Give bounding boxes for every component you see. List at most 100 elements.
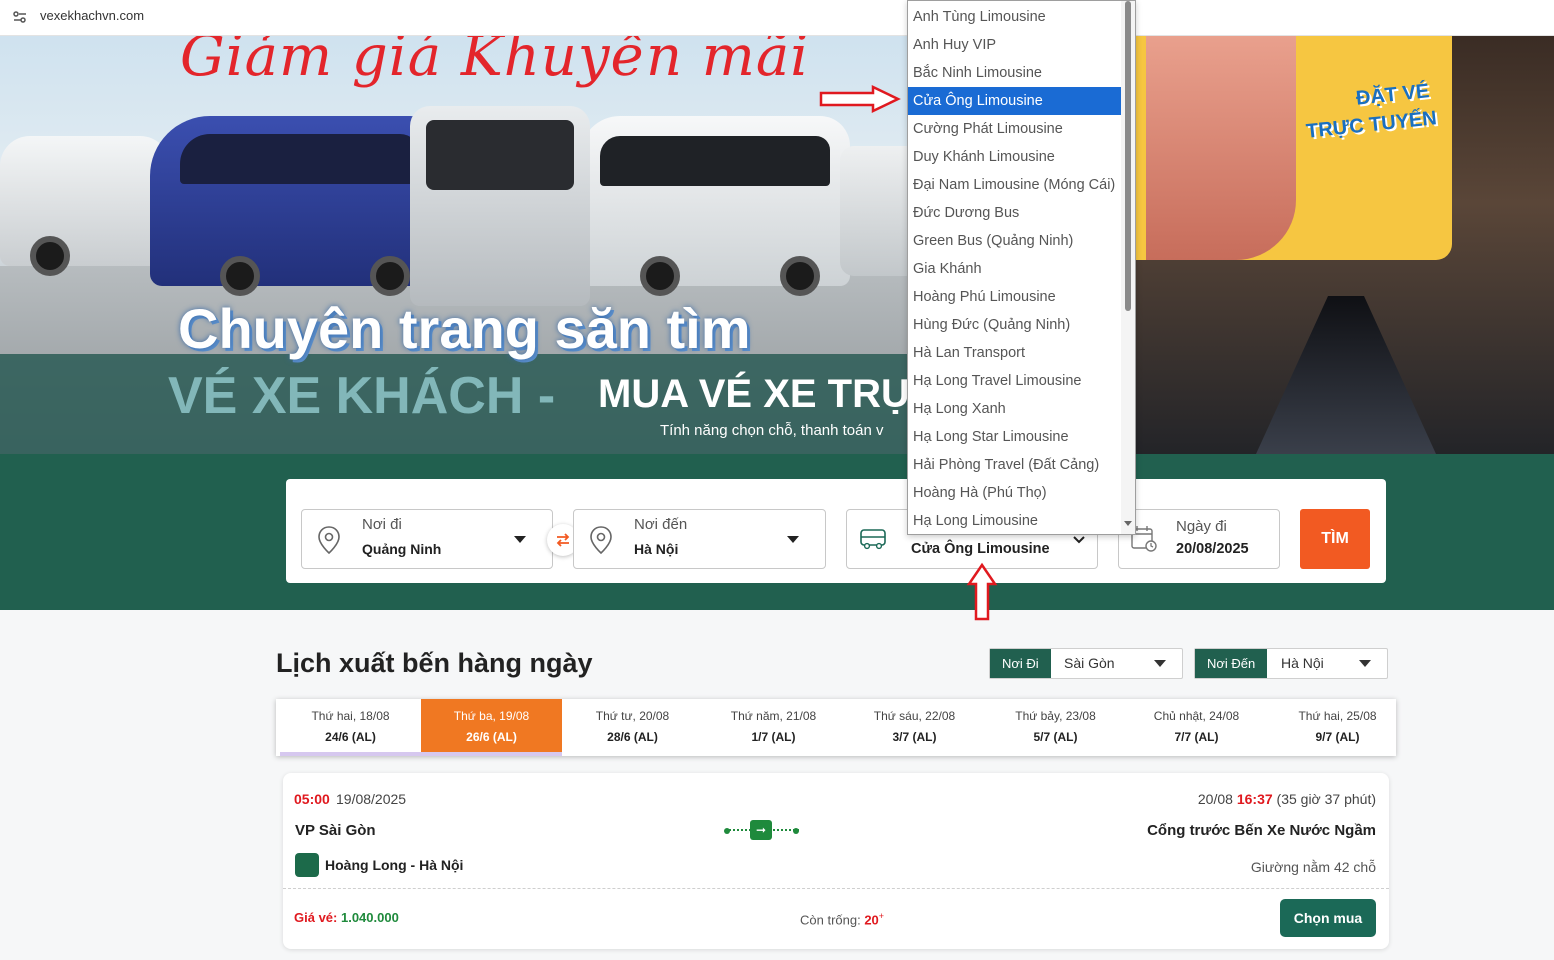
scrollbar-thumb[interactable] bbox=[1125, 1, 1131, 311]
bus-image-3 bbox=[410, 106, 590, 306]
price-value: 1.040.000 bbox=[340, 910, 399, 925]
scroll-down-arrow-icon[interactable] bbox=[1124, 521, 1132, 526]
day-tab[interactable]: Chủ nhật, 24/08 7/7 (AL) bbox=[1126, 699, 1267, 752]
dropdown-option[interactable]: Cường Phát Limousine bbox=[908, 115, 1121, 143]
to-tag: Nơi Đến bbox=[1195, 649, 1268, 678]
seats-label: Còn trống: bbox=[800, 912, 861, 928]
trip-divider bbox=[283, 888, 1389, 889]
online-booking-promo[interactable] bbox=[1136, 36, 1452, 260]
day-tab-lunar: 1/7 (AL) bbox=[751, 730, 796, 744]
depart-date: 19/08/2025 bbox=[336, 791, 407, 807]
from-select[interactable]: Nơi đi Quảng Ninh bbox=[301, 509, 553, 569]
dropdown-option[interactable]: Green Bus (Quảng Ninh) bbox=[908, 227, 1121, 255]
route-bus-icon: ➞ bbox=[750, 820, 772, 840]
schedule-to-select[interactable]: Nơi Đến Hà Nội bbox=[1194, 648, 1388, 679]
operator-value: Cửa Ông Limousine bbox=[911, 541, 1050, 557]
browser-address-bar[interactable]: vexekhachvn.com bbox=[0, 0, 1554, 36]
chevron-down-icon bbox=[787, 536, 799, 543]
hero-subtitle: Tính năng chọn chỗ, thanh toán v bbox=[660, 422, 884, 439]
dropdown-option[interactable]: Đức Dương Bus bbox=[908, 199, 1121, 227]
bus-image-2 bbox=[150, 116, 450, 296]
dropdown-option[interactable]: Hạ Long Limousine bbox=[908, 507, 1121, 534]
location-pin-icon bbox=[590, 526, 612, 555]
location-pin-icon bbox=[318, 526, 340, 555]
dropdown-option[interactable]: Hạ Long Star Limousine bbox=[908, 423, 1121, 451]
day-tab-date: Thứ hai, 25/08 bbox=[1298, 709, 1377, 723]
dropdown-option[interactable]: Hạ Long Xanh bbox=[908, 395, 1121, 423]
dropdown-option[interactable]: Hạ Long Travel Limousine bbox=[908, 367, 1121, 395]
dropdown-option[interactable]: Bắc Ninh Limousine bbox=[908, 59, 1121, 87]
arrive-date: 20/08 bbox=[1197, 791, 1233, 807]
depart-time: 05:00 bbox=[294, 791, 330, 807]
destination-station: Cổng trước Bến Xe Nước Ngầm bbox=[1147, 822, 1376, 839]
day-tab-lunar: 3/7 (AL) bbox=[892, 730, 937, 744]
schedule-from-value: Sài Gòn bbox=[1064, 655, 1115, 671]
schedule-title: Lịch xuất bến hàng ngày bbox=[276, 648, 593, 678]
dropdown-option[interactable]: Anh Huy VIP bbox=[908, 31, 1121, 59]
day-tab[interactable]: Thứ hai, 18/08 24/6 (AL) bbox=[280, 699, 421, 752]
day-tab[interactable]: Thứ ba, 19/08 26/6 (AL) bbox=[421, 699, 562, 752]
day-tabs: Thứ hai, 18/08 24/6 (AL) Thứ ba, 19/08 26/6… bbox=[276, 699, 1396, 756]
dropdown-option[interactable]: Đại Nam Limousine (Móng Cái) bbox=[908, 171, 1121, 199]
day-tab-lunar: 9/7 (AL) bbox=[1315, 730, 1360, 744]
dropdown-option[interactable]: Hoàng Phú Limousine bbox=[908, 283, 1121, 311]
seats-info: Còn trống: 20+ bbox=[800, 911, 884, 927]
hero-banner[interactable]: Giảm giá Khuyến mãi Chuyên trang săn tìm… bbox=[0, 36, 1554, 454]
operator-logo-icon bbox=[295, 853, 319, 877]
origin-station: VP Sài Gòn bbox=[295, 822, 376, 839]
dropdown-option[interactable]: Cửa Ông Limousine bbox=[908, 87, 1121, 115]
vehicle-type: Giường nằm 42 chỗ bbox=[1250, 859, 1376, 875]
day-tab-date: Thứ sáu, 22/08 bbox=[873, 709, 956, 723]
day-tab[interactable]: Thứ năm, 21/08 1/7 (AL) bbox=[703, 699, 844, 752]
day-tab[interactable]: Thứ sáu, 22/08 3/7 (AL) bbox=[844, 699, 985, 752]
chevron-down-icon bbox=[1359, 660, 1371, 667]
seats-suffix: + bbox=[878, 911, 885, 921]
dropdown-option[interactable]: Gia Khánh bbox=[908, 255, 1121, 283]
day-tab-date: Thứ tư, 20/08 bbox=[595, 709, 670, 723]
dropdown-option[interactable]: Duy Khánh Limousine bbox=[908, 143, 1121, 171]
chevron-down-icon bbox=[514, 536, 526, 543]
site-settings-icon[interactable] bbox=[12, 9, 28, 25]
dropdown-option[interactable]: Hoàng Hà (Phú Thọ) bbox=[908, 479, 1121, 507]
dropdown-scrollbar[interactable] bbox=[1121, 1, 1135, 534]
to-label: Nơi đến bbox=[634, 516, 688, 533]
bus-icon bbox=[860, 529, 886, 550]
dropdown-option[interactable]: Hùng Đức (Quảng Ninh) bbox=[908, 311, 1121, 339]
operator-dropdown-list[interactable]: Anh Tùng Limousine Anh Huy VIP Bắc Ninh Li… bbox=[907, 0, 1136, 535]
seats-value: 20 bbox=[864, 912, 879, 928]
day-tab-date: Thứ bảy, 23/08 bbox=[1015, 709, 1096, 723]
day-tab-lunar: 24/6 (AL) bbox=[325, 730, 376, 744]
day-tab[interactable]: Thứ hai, 25/08 9/7 (AL) bbox=[1267, 699, 1408, 752]
day-tab[interactable]: Thứ bảy, 23/08 5/7 (AL) bbox=[985, 699, 1126, 752]
chevron-down-icon bbox=[1154, 660, 1166, 667]
to-value: Hà Nội bbox=[634, 541, 679, 557]
arrival-info: 20/08 16:37 (35 giờ 37 phút) bbox=[1198, 791, 1376, 807]
buy-ticket-button[interactable]: Chọn mua bbox=[1280, 899, 1376, 937]
schedule-from-select[interactable]: Nơi Đi Sài Gòn bbox=[989, 648, 1183, 679]
route-start-dot bbox=[724, 828, 730, 834]
from-label: Nơi đi bbox=[362, 516, 402, 533]
price-info: Giá vé: 1.040.000 bbox=[294, 910, 399, 925]
hero-title-line2a: VÉ XE KHÁCH - bbox=[168, 367, 556, 425]
dropdown-option[interactable]: Anh Tùng Limousine bbox=[908, 3, 1121, 31]
annotation-arrow-right-icon bbox=[819, 85, 901, 113]
from-tag: Nơi Đi bbox=[990, 649, 1051, 678]
url-text[interactable]: vexekhachvn.com bbox=[40, 8, 144, 23]
search-button[interactable]: TÌM bbox=[1300, 509, 1370, 569]
day-tab-lunar: 7/7 (AL) bbox=[1174, 730, 1219, 744]
promo-people-image bbox=[1146, 36, 1296, 260]
day-tab[interactable]: Thứ tư, 20/08 28/6 (AL) bbox=[562, 699, 703, 752]
trip-duration: (35 giờ 37 phút) bbox=[1276, 791, 1376, 807]
day-tab-lunar: 28/6 (AL) bbox=[607, 730, 658, 744]
trip-card[interactable]: 05:00 19/08/2025 20/08 16:37 (35 giờ 37 … bbox=[283, 773, 1389, 949]
dropdown-option[interactable]: Hải Phòng Travel (Đất Cảng) bbox=[908, 451, 1121, 479]
bus-image-4 bbox=[580, 116, 850, 296]
day-tab-date: Thứ năm, 21/08 bbox=[730, 709, 817, 723]
annotation-arrow-up-icon bbox=[966, 562, 998, 621]
dropdown-option[interactable]: Hà Lan Transport bbox=[908, 339, 1121, 367]
to-select[interactable]: Nơi đến Hà Nội bbox=[573, 509, 826, 569]
bus-image-1 bbox=[0, 136, 170, 276]
route-end-dot bbox=[793, 828, 799, 834]
from-value: Quảng Ninh bbox=[362, 541, 442, 557]
date-picker[interactable]: Ngày đi 20/08/2025 bbox=[1118, 509, 1280, 569]
